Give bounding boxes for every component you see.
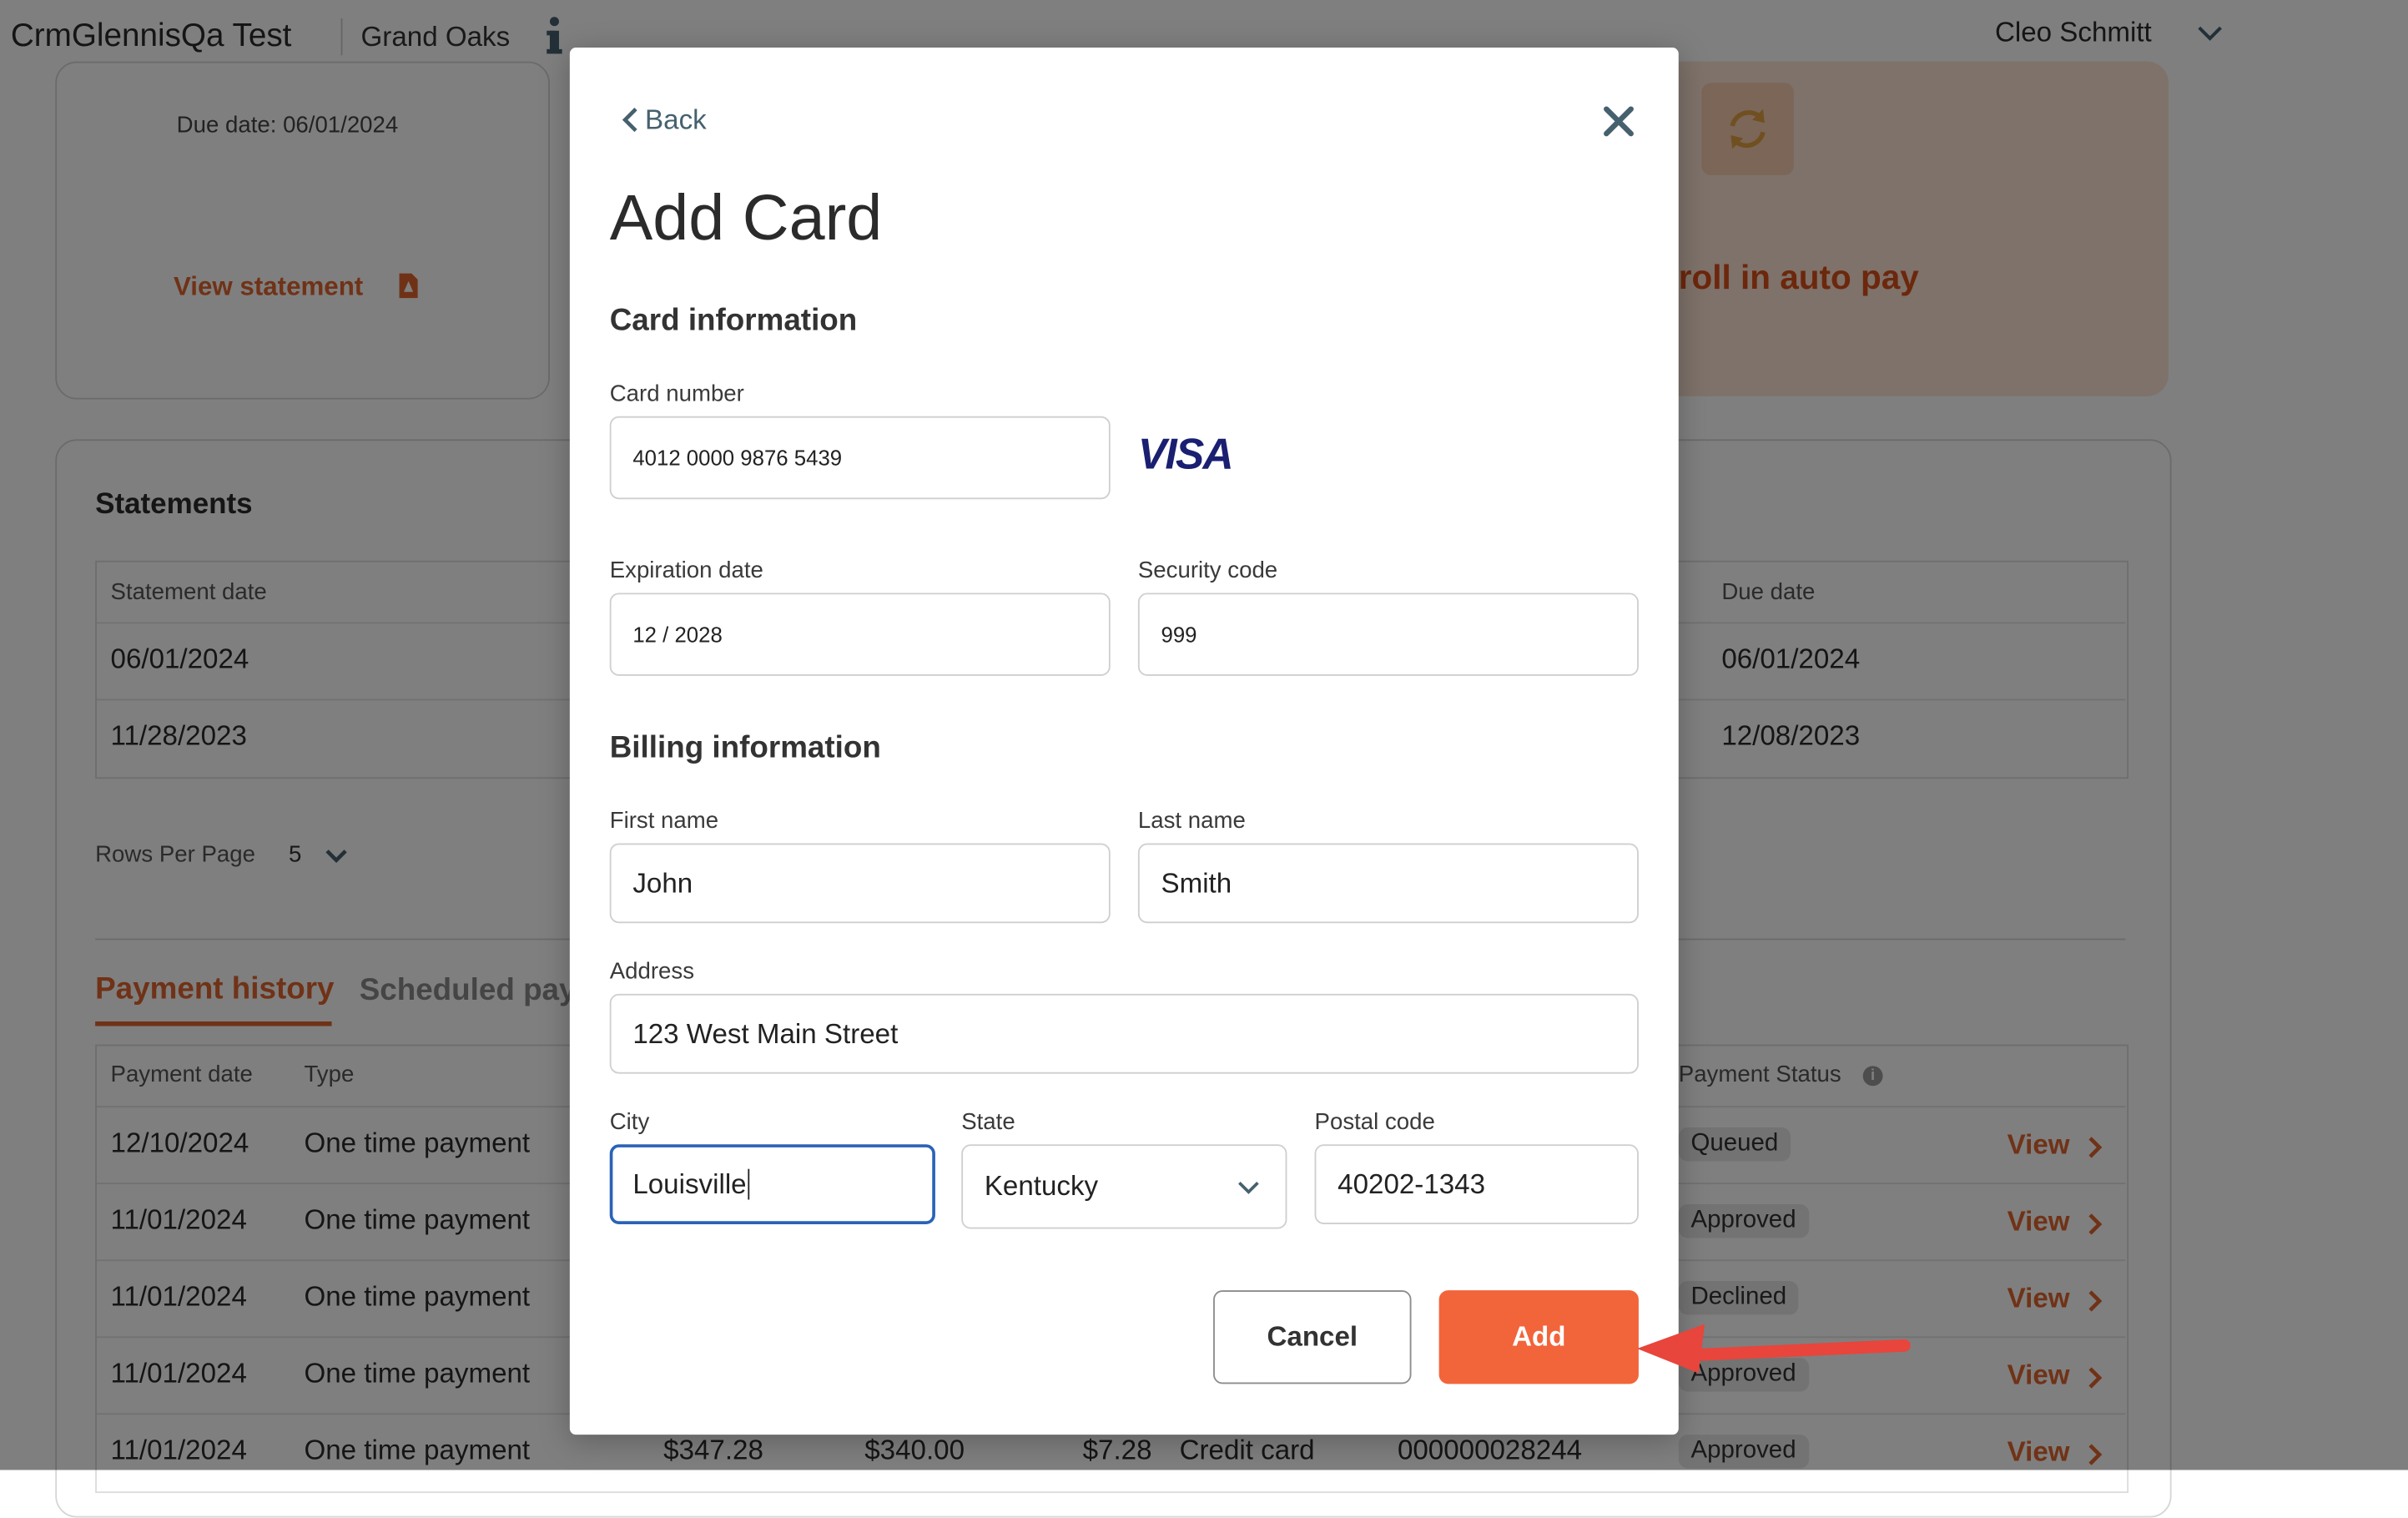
postal-code-label: Postal code [1314, 1108, 1435, 1136]
security-code-label: Security code [1137, 557, 1278, 584]
last-name-field[interactable]: Smith [1137, 843, 1639, 924]
security-code-field[interactable]: 999 [1137, 593, 1639, 676]
card-number-field[interactable]: 4012 0000 9876 5439 [609, 416, 1111, 500]
add-button[interactable]: Add [1438, 1290, 1639, 1384]
card-information-heading: Card information [609, 304, 858, 338]
first-name-field[interactable]: John [609, 843, 1111, 924]
postal-code-field[interactable]: 40202-1343 [1314, 1144, 1639, 1224]
text-cursor [748, 1168, 750, 1200]
back-button[interactable]: Back [621, 104, 707, 137]
address-field[interactable]: 123 West Main Street [609, 993, 1639, 1074]
close-icon[interactable] [1602, 104, 1635, 138]
first-name-label: First name [609, 808, 719, 835]
expiration-date-label: Expiration date [609, 557, 763, 584]
expiration-date-field[interactable]: 12 / 2028 [609, 593, 1111, 676]
city-label: City [609, 1108, 650, 1136]
cancel-button[interactable]: Cancel [1213, 1290, 1412, 1384]
annotation-arrow-icon [1637, 1324, 1911, 1374]
state-value: Kentucky [984, 1170, 1099, 1202]
card-number-label: Card number [609, 381, 744, 407]
chevron-down-icon [1238, 1181, 1259, 1193]
state-select[interactable]: Kentucky [961, 1144, 1287, 1229]
last-name-label: Last name [1137, 808, 1246, 835]
address-label: Address [609, 958, 695, 985]
state-label: State [961, 1108, 1015, 1136]
billing-information-heading: Billing information [609, 731, 881, 765]
back-label: Back [645, 104, 707, 135]
dialog-title: Add Card [609, 181, 883, 254]
visa-logo: VISA [1137, 430, 1234, 478]
city-field[interactable]: Louisville [609, 1144, 935, 1224]
city-value: Louisville [632, 1167, 747, 1199]
chevron-left-icon [622, 108, 637, 133]
